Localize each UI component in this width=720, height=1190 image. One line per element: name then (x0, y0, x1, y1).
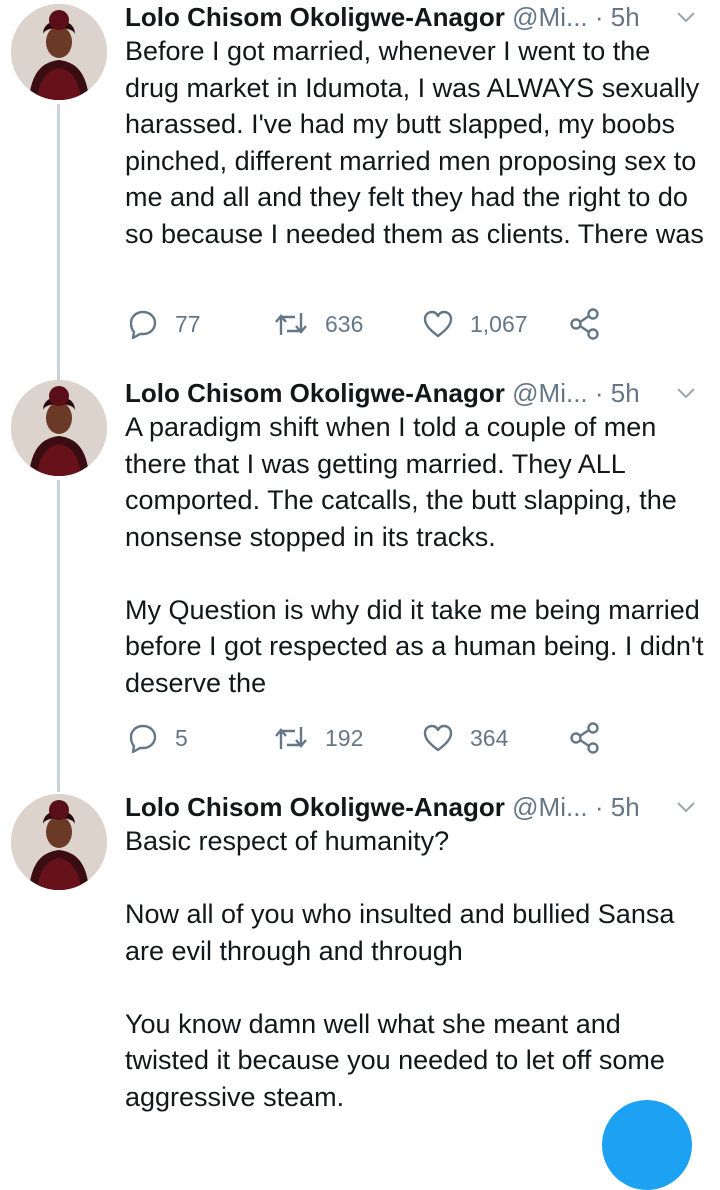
timestamp[interactable]: 5h (611, 2, 640, 32)
reply-button[interactable]: 77 (127, 307, 201, 341)
timestamp[interactable]: 5h (611, 378, 640, 408)
reply-icon (129, 724, 157, 754)
share-icon (570, 308, 599, 340)
avatar[interactable] (11, 4, 107, 100)
tweet-actions: 5 192 364 (125, 721, 625, 755)
like-button[interactable]: 364 (422, 721, 508, 755)
chevron-down-icon[interactable] (675, 9, 697, 25)
retweet-button[interactable]: 636 (273, 307, 363, 341)
display-name[interactable]: Lolo Chisom Okoligwe-Anagor (125, 2, 505, 32)
separator-dot: · (594, 378, 604, 408)
avatar-photo (11, 380, 107, 476)
retweet-button[interactable]: 192 (273, 721, 363, 755)
chevron-down-icon[interactable] (675, 385, 697, 401)
tweet-paragraph: Before I got married, whenever I went to… (125, 36, 704, 249)
like-icon (423, 724, 453, 752)
tweet[interactable]: Lolo Chisom Okoligwe-Anagor @Mi... · 5h … (0, 376, 720, 786)
avatar[interactable] (11, 794, 107, 890)
share-button[interactable] (568, 307, 602, 341)
user-handle[interactable]: @Mi... (512, 2, 588, 32)
share-button[interactable] (568, 721, 602, 755)
like-count: 364 (470, 724, 509, 751)
tweet-header: Lolo Chisom Okoligwe-Anagor @Mi... · 5h (125, 376, 705, 410)
reply-button[interactable]: 5 (127, 721, 188, 755)
display-name[interactable]: Lolo Chisom Okoligwe-Anagor (125, 378, 505, 408)
reply-icon (129, 310, 157, 340)
reply-count: 77 (175, 310, 201, 337)
tweet-header: Lolo Chisom Okoligwe-Anagor @Mi... · 5h (125, 0, 705, 34)
tweet-paragraph: Basic respect of humanity? (125, 826, 450, 856)
avatar-photo (11, 4, 107, 100)
tweet-text: Basic respect of humanity? Now all of yo… (125, 823, 710, 1115)
retweet-icon (275, 313, 307, 335)
tweet-paragraph: A paradigm shift when I told a couple of… (125, 412, 677, 552)
tweet-header: Lolo Chisom Okoligwe-Anagor @Mi... · 5h (125, 790, 705, 824)
tweet-text: A paradigm shift when I told a couple of… (125, 409, 710, 701)
display-name[interactable]: Lolo Chisom Okoligwe-Anagor (125, 792, 505, 822)
tweet[interactable]: Lolo Chisom Okoligwe-Anagor @Mi... · 5h … (0, 0, 720, 370)
tweet-paragraph: You know damn well what she meant and tw… (125, 1008, 665, 1112)
like-button[interactable]: 1,067 (422, 307, 528, 341)
timestamp[interactable]: 5h (611, 792, 640, 822)
tweet[interactable]: Lolo Chisom Okoligwe-Anagor @Mi... · 5h … (0, 790, 720, 1113)
tweet-paragraph: Now all of you who insulted and bullied … (125, 899, 675, 966)
chevron-down-icon[interactable] (675, 799, 697, 815)
retweet-icon (275, 727, 307, 749)
retweet-count: 636 (325, 310, 364, 337)
compose-button[interactable] (602, 1100, 692, 1190)
tweet-text: Before I got married, whenever I went to… (125, 33, 710, 252)
reply-count: 5 (175, 724, 188, 751)
separator-dot: · (594, 2, 604, 32)
like-count: 1,067 (470, 310, 528, 337)
separator-dot: · (594, 792, 604, 822)
like-icon (423, 310, 453, 338)
user-handle[interactable]: @Mi... (512, 378, 588, 408)
share-icon (570, 722, 599, 754)
tweet-paragraph: My Question is why did it take me being … (125, 594, 704, 698)
retweet-count: 192 (325, 724, 364, 751)
user-handle[interactable]: @Mi... (512, 792, 588, 822)
avatar[interactable] (11, 380, 107, 476)
avatar-photo (11, 794, 107, 890)
tweet-actions: 77 636 1,067 (125, 307, 625, 341)
